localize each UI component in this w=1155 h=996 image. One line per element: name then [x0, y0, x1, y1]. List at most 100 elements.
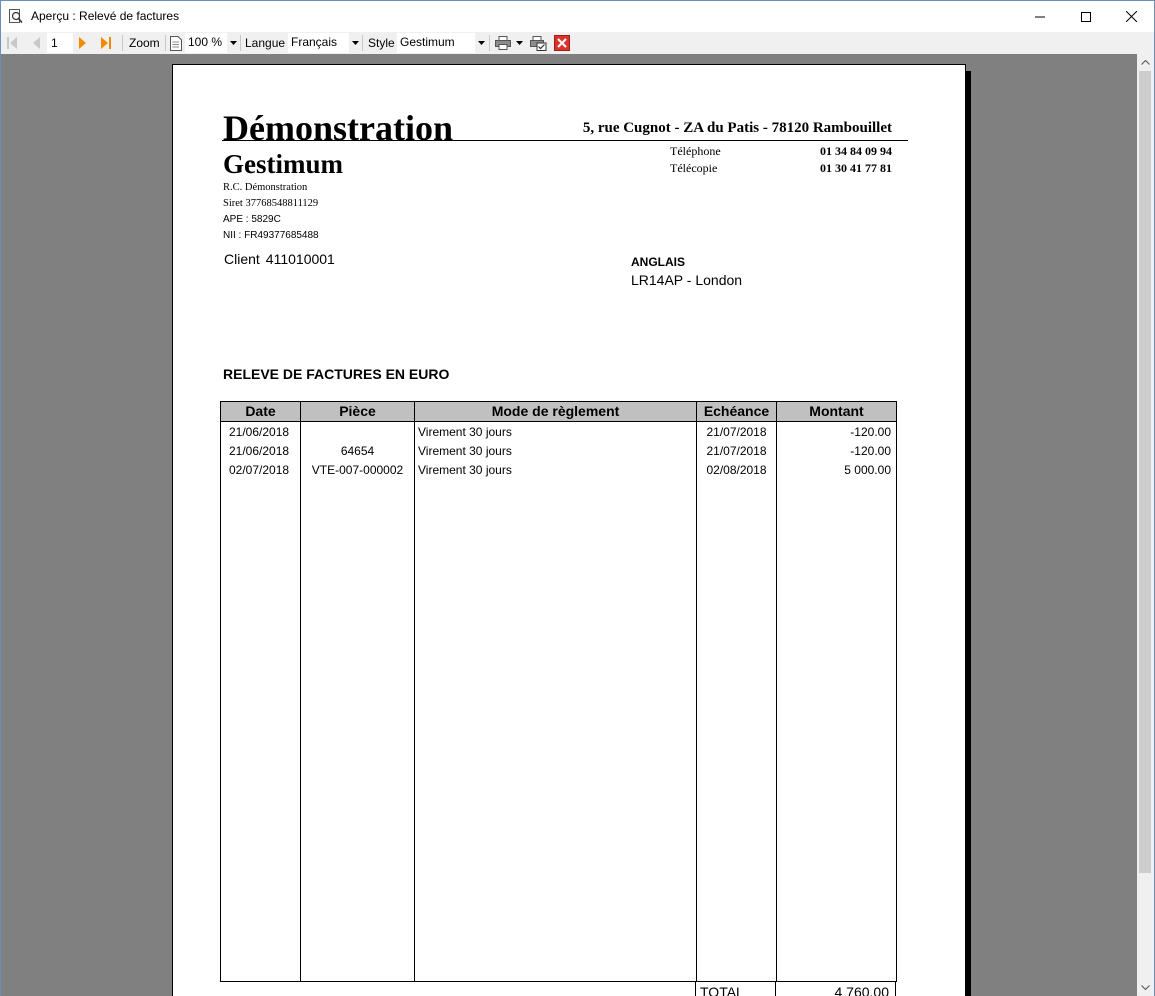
invoice-table: Date Pièce Mode de règlement Echéance Mo… — [220, 401, 897, 982]
toolbar-separator — [240, 35, 241, 51]
preview-viewport[interactable]: Démonstration 5, rue Cugnot - ZA du Pati… — [1, 54, 1137, 996]
column-divider — [300, 402, 301, 981]
cell-amount: -120.00 — [850, 444, 891, 458]
minimize-icon — [1035, 16, 1045, 17]
column-header-amount: Montant — [809, 403, 864, 419]
total-divider — [695, 981, 696, 996]
chevron-down-icon — [1141, 985, 1150, 990]
style-dropdown-arrow[interactable] — [475, 33, 487, 53]
toolbar-separator — [489, 35, 490, 51]
cell-amount: -120.00 — [850, 425, 891, 439]
preview-icon — [9, 9, 23, 24]
header-rule — [222, 140, 908, 141]
column-divider — [414, 402, 415, 981]
cell-due-date: 21/07/2018 — [706, 444, 767, 458]
scrollbar-thumb[interactable] — [1139, 71, 1151, 873]
title-bar: Aperçu : Relevé de factures — [1, 1, 1154, 32]
maximize-icon — [1081, 11, 1091, 22]
close-icon — [1125, 11, 1137, 22]
document-title: RELEVE DE FACTURES EN EURO — [223, 366, 450, 382]
cell-piece — [301, 423, 414, 442]
vertical-scrollbar[interactable] — [1137, 54, 1154, 996]
company-address: 5, rue Cugnot - ZA du Patis - 78120 Ramb… — [582, 120, 892, 136]
export-button[interactable] — [530, 32, 547, 54]
next-page-icon — [79, 37, 86, 49]
language-dropdown-arrow[interactable] — [349, 33, 361, 53]
style-select[interactable]: Gestimum — [397, 33, 475, 53]
table-header: Date Pièce Mode de règlement Echéance Mo… — [221, 402, 896, 422]
customer-name: ANGLAIS — [631, 255, 685, 269]
chevron-down-icon — [516, 41, 523, 45]
print-button[interactable] — [495, 32, 511, 54]
total-divider — [895, 981, 896, 996]
printer-check-icon — [530, 35, 547, 51]
toolbar-separator — [165, 35, 166, 51]
column-divider — [696, 402, 697, 981]
language-label: Langue — [245, 36, 286, 50]
phone-label: Téléphone — [670, 144, 721, 158]
window-title: Aperçu : Relevé de factures — [31, 9, 180, 23]
ape-line: APE : 5829C — [223, 214, 281, 225]
cell-date: 21/06/2018 — [229, 425, 290, 439]
cell-payment: Virement 30 jours — [418, 444, 512, 458]
column-header-date: Date — [245, 403, 276, 419]
cell-amount: 5 000.00 — [844, 463, 891, 477]
language-select[interactable]: Français — [288, 33, 349, 53]
siret-line: Siret 37768548811129 — [223, 198, 319, 209]
close-red-icon — [554, 35, 570, 51]
brand-name: Gestimum — [223, 149, 343, 179]
cell-payment: Virement 30 jours — [418, 463, 512, 477]
rc-line: R.C. Démonstration — [223, 182, 308, 193]
report-page: Démonstration 5, rue Cugnot - ZA du Pati… — [172, 64, 966, 996]
chevron-down-icon — [477, 41, 485, 45]
chevron-down-icon — [229, 41, 237, 45]
cell-piece: VTE-007-000002 — [311, 463, 404, 477]
chevron-down-icon — [351, 41, 359, 45]
print-options-arrow[interactable] — [516, 32, 523, 54]
first-page-icon — [7, 37, 17, 49]
column-divider — [776, 402, 777, 981]
zoom-dropdown-arrow[interactable] — [227, 33, 239, 53]
zoom-select[interactable]: 100 % — [185, 33, 227, 53]
cell-due-date: 02/08/2018 — [706, 463, 767, 477]
cell-piece: 64654 — [340, 444, 375, 458]
first-page-button[interactable] — [6, 32, 18, 54]
close-window-button[interactable] — [1108, 1, 1154, 32]
client-label: Client — [224, 251, 260, 267]
scroll-down-button[interactable] — [1137, 979, 1154, 996]
column-header-payment: Mode de règlement — [491, 403, 620, 419]
client-line: Client 411010001 — [224, 251, 335, 267]
company-name: Démonstration — [223, 108, 453, 148]
fax-label: Télécopie — [670, 161, 718, 175]
zoom-label: Zoom — [129, 36, 160, 50]
page-number-input[interactable]: 1 — [47, 33, 73, 53]
last-page-icon — [101, 37, 111, 49]
cell-due-date: 21/07/2018 — [706, 425, 767, 439]
fax-value: 01 30 41 77 81 — [820, 161, 892, 175]
style-label: Style — [368, 36, 395, 50]
phone-value: 01 34 84 09 94 — [820, 144, 892, 158]
client-code: 411010001 — [265, 251, 335, 267]
maximize-button[interactable] — [1063, 1, 1109, 32]
column-header-piece: Pièce — [339, 403, 376, 419]
cell-date: 21/06/2018 — [229, 444, 290, 458]
column-header-due-date: Echéance — [703, 403, 770, 419]
total-label: TOTAL — [700, 984, 744, 996]
total-value: 4 760.00 — [834, 984, 890, 996]
cell-date: 02/07/2018 — [229, 463, 290, 477]
minimize-button[interactable] — [1017, 1, 1063, 32]
customer-city: LR14AP - London — [631, 272, 743, 288]
total-divider — [775, 981, 776, 996]
toolbar: 1 Zoom 100 % Langue Français Style Gesti… — [1, 32, 1154, 54]
preview-window: Aperçu : Relevé de factures 1 Zoom 100 %… — [0, 0, 1155, 996]
previous-page-button[interactable] — [31, 32, 41, 54]
scroll-up-button[interactable] — [1137, 54, 1154, 71]
cell-payment: Virement 30 jours — [418, 425, 512, 439]
last-page-button[interactable] — [100, 32, 112, 54]
close-preview-button[interactable] — [554, 32, 570, 54]
chevron-up-icon — [1141, 60, 1150, 65]
previous-page-icon — [33, 37, 40, 49]
toolbar-separator — [362, 35, 363, 51]
nii-line: NII : FR49377685488 — [223, 230, 319, 241]
next-page-button[interactable] — [78, 32, 88, 54]
